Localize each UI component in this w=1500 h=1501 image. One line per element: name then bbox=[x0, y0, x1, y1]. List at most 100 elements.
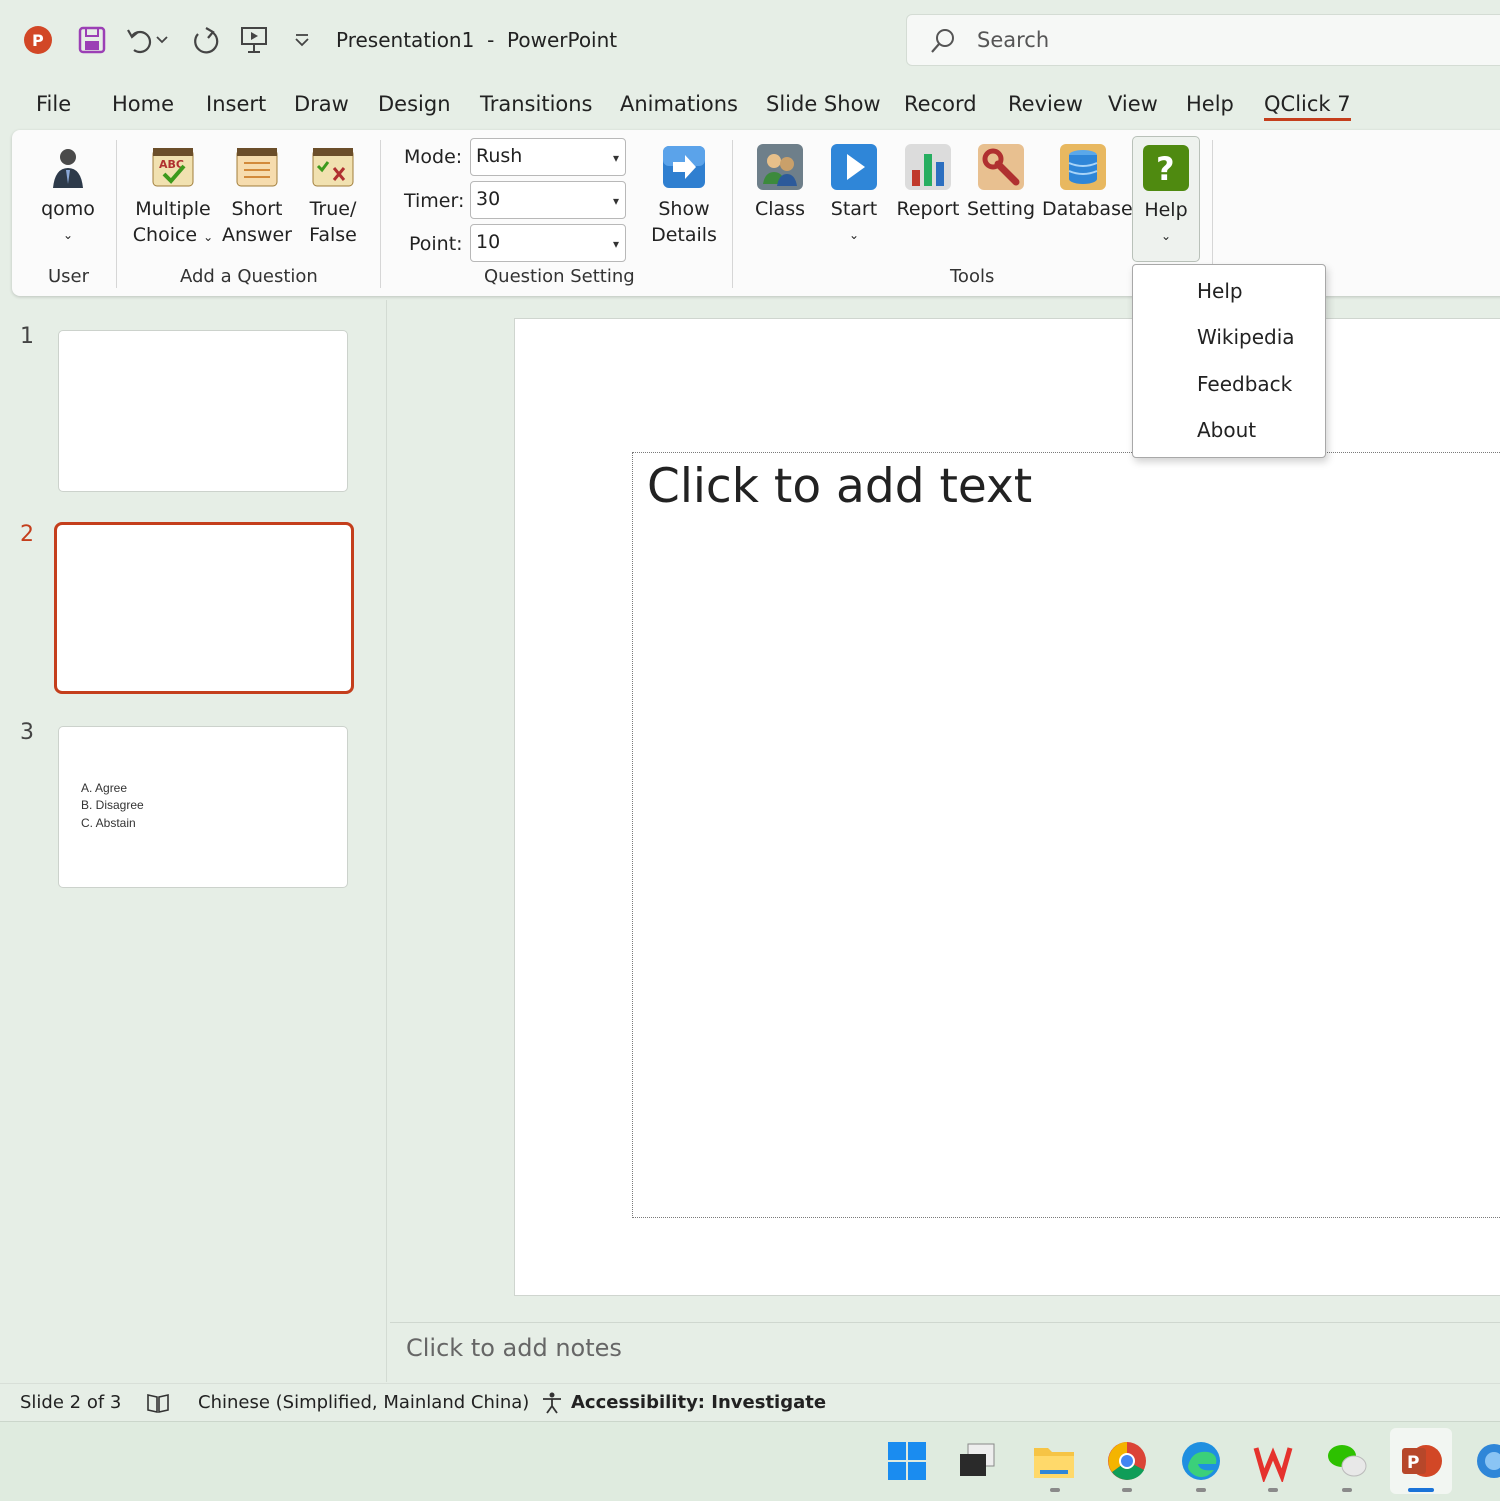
language-indicator[interactable]: Chinese (Simplified, Mainland China) bbox=[198, 1392, 529, 1413]
chrome-icon[interactable] bbox=[1106, 1440, 1148, 1482]
accessibility-status[interactable]: Accessibility: Investigate bbox=[571, 1392, 826, 1413]
menu-item-help[interactable]: Help bbox=[1197, 279, 1243, 303]
svg-text:P: P bbox=[1407, 1453, 1419, 1473]
setting-button[interactable]: Setting bbox=[966, 144, 1036, 222]
running-indicator bbox=[1196, 1488, 1206, 1492]
tab-view[interactable]: View bbox=[1108, 92, 1158, 116]
slide-thumbnail-2[interactable] bbox=[54, 522, 354, 694]
tab-animations[interactable]: Animations bbox=[620, 92, 738, 116]
true-false-button[interactable]: True/ False bbox=[300, 144, 366, 248]
tab-record[interactable]: Record bbox=[904, 92, 977, 116]
timer-select[interactable]: 30 ▾ bbox=[470, 181, 626, 219]
timer-value: 30 bbox=[476, 188, 501, 210]
customize-icon[interactable] bbox=[284, 22, 320, 58]
wechat-icon[interactable] bbox=[1326, 1440, 1368, 1482]
tab-qclick[interactable]: QClick 7 bbox=[1264, 92, 1351, 121]
report-icon bbox=[905, 144, 951, 190]
start-button[interactable]: Start ⌄ bbox=[822, 144, 886, 248]
short-answer-label-2: Answer bbox=[222, 224, 292, 246]
user-button-label: qomo bbox=[41, 198, 95, 220]
menu-item-feedback[interactable]: Feedback bbox=[1197, 372, 1292, 396]
report-button-label: Report bbox=[896, 198, 960, 220]
edge-icon[interactable] bbox=[1180, 1440, 1222, 1482]
tab-file[interactable]: File bbox=[36, 92, 71, 116]
true-false-label-2: False bbox=[309, 224, 357, 246]
short-answer-button[interactable]: Short Answer bbox=[222, 144, 292, 248]
slide-number: 2 bbox=[20, 522, 34, 547]
running-indicator bbox=[1122, 1488, 1132, 1492]
database-button[interactable]: Database bbox=[1042, 144, 1133, 222]
tab-slide-show[interactable]: Slide Show bbox=[766, 92, 881, 116]
slide-number: 3 bbox=[20, 720, 34, 745]
setting-icon bbox=[978, 144, 1024, 190]
powerpoint-logo-icon[interactable]: P bbox=[20, 22, 56, 58]
chevron-down-icon: ▾ bbox=[612, 194, 619, 208]
file-explorer-icon[interactable] bbox=[1032, 1440, 1074, 1482]
search-icon bbox=[931, 29, 954, 53]
notes-area[interactable]: Click to add notes bbox=[406, 1334, 622, 1362]
group-label-question-setting: Question Setting bbox=[484, 266, 635, 287]
true-false-icon bbox=[310, 144, 356, 190]
search-box[interactable]: Search bbox=[906, 14, 1500, 66]
tab-review[interactable]: Review bbox=[1008, 92, 1083, 116]
start-button-label: Start bbox=[830, 198, 878, 220]
app-name: PowerPoint bbox=[507, 28, 618, 52]
group-separator bbox=[380, 140, 381, 288]
active-indicator bbox=[1408, 1488, 1434, 1492]
task-view-icon[interactable] bbox=[956, 1440, 998, 1482]
running-indicator bbox=[1342, 1488, 1352, 1492]
help-button[interactable]: ? Help ⌄ bbox=[1132, 136, 1200, 262]
help-icon: ? bbox=[1143, 145, 1189, 191]
present-icon[interactable] bbox=[236, 22, 272, 58]
notes-divider[interactable] bbox=[390, 1322, 1500, 1323]
app-icon[interactable] bbox=[1474, 1440, 1500, 1482]
tab-home[interactable]: Home bbox=[112, 92, 174, 116]
spelling-check-icon[interactable] bbox=[146, 1392, 170, 1414]
timer-label: Timer: bbox=[404, 190, 465, 212]
wps-icon[interactable] bbox=[1252, 1440, 1294, 1482]
show-details-label-1: Show bbox=[658, 198, 710, 220]
document-title: Presentation1 - PowerPoint bbox=[336, 28, 617, 52]
text-placeholder[interactable]: Click to add text bbox=[632, 452, 1500, 1218]
user-button[interactable]: qomo ⌄ bbox=[32, 144, 104, 248]
tab-insert[interactable]: Insert bbox=[206, 92, 266, 116]
short-answer-label-1: Short bbox=[231, 198, 283, 220]
status-bar: Slide 2 of 3 Chinese (Simplified, Mainla… bbox=[0, 1383, 1500, 1422]
option-text: B. Disagree bbox=[81, 798, 144, 812]
chevron-down-icon: ⌄ bbox=[62, 228, 74, 242]
running-indicator bbox=[1268, 1488, 1278, 1492]
show-details-label-2: Details bbox=[651, 224, 717, 246]
help-button-label: Help bbox=[1144, 199, 1188, 221]
tab-design[interactable]: Design bbox=[378, 92, 451, 116]
slide-thumbnail-1[interactable] bbox=[58, 330, 348, 492]
point-select[interactable]: 10 ▾ bbox=[470, 224, 626, 262]
class-icon bbox=[757, 144, 803, 190]
group-label-tools: Tools bbox=[950, 266, 995, 287]
start-icon bbox=[831, 144, 877, 190]
menu-item-about[interactable]: About bbox=[1197, 418, 1256, 442]
save-icon[interactable] bbox=[74, 22, 110, 58]
placeholder-text: Click to add text bbox=[647, 459, 1033, 514]
show-details-button[interactable]: Show Details bbox=[646, 144, 722, 248]
tab-draw[interactable]: Draw bbox=[294, 92, 349, 116]
slide-thumbnail-3[interactable]: A. Agree B. Disagree C. Abstain bbox=[58, 726, 348, 888]
tab-help[interactable]: Help bbox=[1186, 92, 1234, 116]
tab-transitions[interactable]: Transitions bbox=[480, 92, 593, 116]
search-placeholder: Search bbox=[977, 28, 1050, 52]
class-button[interactable]: Class bbox=[748, 144, 812, 222]
chevron-down-icon: ⌄ bbox=[1160, 229, 1172, 243]
windows-start-icon[interactable] bbox=[886, 1440, 928, 1482]
chevron-down-icon: ⌄ bbox=[848, 228, 860, 242]
powerpoint-taskbar-icon[interactable]: P bbox=[1400, 1440, 1442, 1482]
class-button-label: Class bbox=[755, 198, 805, 220]
redo-icon[interactable] bbox=[188, 22, 224, 58]
mode-select[interactable]: Rush ▾ bbox=[470, 138, 626, 176]
group-separator bbox=[732, 140, 733, 288]
undo-dropdown-icon[interactable] bbox=[152, 22, 172, 58]
multiple-choice-button[interactable]: ABC Multiple Choice ⌄ bbox=[130, 144, 216, 250]
menu-item-wikipedia[interactable]: Wikipedia bbox=[1197, 325, 1295, 349]
mode-label: Mode: bbox=[404, 146, 463, 168]
multiple-choice-label-2: Choice bbox=[132, 224, 198, 246]
report-button[interactable]: Report bbox=[894, 144, 962, 222]
slide-thumbnail-pane[interactable]: 1 2 3 A. Agree B. Disagree C. Abstain bbox=[0, 300, 387, 1382]
